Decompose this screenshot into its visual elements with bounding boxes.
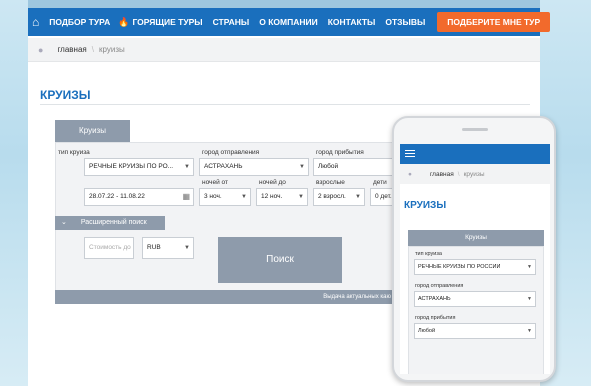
search-button[interactable]: Поиск <box>218 237 342 283</box>
nav-item-countries[interactable]: СТРАНЫ <box>213 17 250 27</box>
max-price-input[interactable]: Стоимость до <box>84 237 134 259</box>
departure-city-select[interactable]: АСТРАХАНЬ ▼ <box>199 158 309 176</box>
chevron-down-icon: ⌄ <box>61 219 67 226</box>
nights-to-select[interactable]: 12 ноч. ▼ <box>256 188 308 206</box>
chevron-down-icon: ▼ <box>184 245 190 251</box>
mobile-breadcrumb: ● главная \ круизы <box>400 164 550 184</box>
children-value: 0 дет. <box>375 193 392 200</box>
cruise-type-value: РЕЧНЫЕ КРУИЗЫ ПО РО... <box>89 163 174 170</box>
chevron-down-icon: ▼ <box>527 264 532 270</box>
location-pin-icon: ● <box>38 44 44 55</box>
cruise-type-select[interactable]: РЕЧНЫЕ КРУИЗЫ ПО РО... ▼ <box>84 158 194 176</box>
home-icon[interactable]: ⌂ <box>32 15 39 29</box>
nights-to-label: ночей до <box>259 179 286 186</box>
advanced-search-label: Расширенный поиск <box>80 219 147 226</box>
mobile-departure-city-label: город отправления <box>415 283 464 289</box>
breadcrumb-separator: \ <box>457 170 460 178</box>
nights-to-value: 12 ноч. <box>261 193 283 200</box>
mobile-cruise-type-select[interactable]: РЕЧНЫЕ КРУИЗЫ ПО РОССИИ ▼ <box>414 259 536 275</box>
nav-item-contacts[interactable]: КОНТАКТЫ <box>328 17 376 27</box>
chevron-down-icon: ▼ <box>241 194 247 200</box>
children-label: дети <box>373 179 387 186</box>
mobile-cruise-type-value: РЕЧНЫЕ КРУИЗЫ ПО РОССИИ <box>418 264 501 270</box>
breadcrumb-home-link[interactable]: главная <box>57 45 86 54</box>
mobile-arrival-city-value: Любой <box>418 328 436 334</box>
nights-from-value: 3 ноч. <box>204 193 222 200</box>
arrival-city-label: город прибытия <box>316 149 364 156</box>
mobile-breadcrumb-current: круизы <box>463 170 485 178</box>
chevron-down-icon: ▼ <box>527 328 532 334</box>
nights-from-select[interactable]: 3 ноч. ▼ <box>199 188 251 206</box>
top-navigation: ⌂ ПОДБОР ТУРА 🔥 ГОРЯЩИЕ ТУРЫ СТРАНЫ О КО… <box>28 8 551 36</box>
adults-value: 2 взросл. <box>318 193 346 200</box>
breadcrumb: ● главная \ круизы <box>28 38 540 62</box>
chevron-down-icon: ▼ <box>299 164 305 170</box>
mobile-arrival-city-label: город прибытия <box>415 315 456 321</box>
nav-item-reviews[interactable]: ОТЗЫВЫ <box>385 17 425 27</box>
pick-tour-button[interactable]: ПОДБЕРИТЕ МНЕ ТУР <box>437 12 551 32</box>
nav-item-hot-tours[interactable]: ГОРЯЩИЕ ТУРЫ <box>132 17 202 27</box>
fire-icon: 🔥 <box>118 16 130 27</box>
adults-select[interactable]: 2 взросл. ▼ <box>313 188 365 206</box>
chevron-down-icon: ▼ <box>527 296 532 302</box>
nav-item-tour-selection[interactable]: ПОДБОР ТУРА <box>49 17 110 27</box>
currency-select[interactable]: RUB ▼ <box>142 237 194 259</box>
mobile-screen: ● главная \ круизы КРУИЗЫ Круизы тип кру… <box>400 144 550 374</box>
breadcrumb-separator: \ <box>91 45 94 54</box>
mobile-departure-city-value: АСТРАХАНЬ <box>418 296 451 302</box>
mobile-top-navigation <box>400 144 550 164</box>
advanced-search-toggle[interactable]: ⌄ Расширенный поиск <box>55 216 165 230</box>
mobile-breadcrumb-home-link[interactable]: главная <box>430 171 454 178</box>
arrival-city-select[interactable]: Любой <box>313 158 395 176</box>
mobile-cruise-type-label: тип круиза <box>415 251 442 257</box>
header-banner-strip <box>28 0 540 8</box>
chevron-down-icon: ▼ <box>355 194 361 200</box>
date-range-value: 28.07.22 - 11.08.22 <box>89 193 145 200</box>
mobile-arrival-city-select[interactable]: Любой ▼ <box>414 323 536 339</box>
calendar-icon[interactable]: ▦ <box>182 189 190 205</box>
date-range-field[interactable]: 28.07.22 - 11.08.22 ▦ <box>84 188 194 206</box>
departure-city-value: АСТРАХАНЬ <box>204 163 243 170</box>
currency-value: RUB <box>147 244 161 251</box>
mobile-phone-mockup: ● главная \ круизы КРУИЗЫ Круизы тип кру… <box>392 116 556 382</box>
mobile-search-panel: тип круиза РЕЧНЫЕ КРУИЗЫ ПО РОССИИ ▼ гор… <box>408 246 544 374</box>
location-pin-icon: ● <box>408 170 412 178</box>
results-footer-bar: Выдача актуальных каю <box>55 290 395 304</box>
title-divider <box>40 104 530 105</box>
tab-cruises[interactable]: Круизы <box>55 120 130 142</box>
mobile-departure-city-select[interactable]: АСТРАХАНЬ ▼ <box>414 291 536 307</box>
nights-from-label: ночей от <box>202 179 228 186</box>
mobile-page-title: КРУИЗЫ <box>404 200 447 211</box>
adults-label: взрослые <box>316 179 345 186</box>
chevron-down-icon: ▼ <box>298 194 304 200</box>
cruise-type-label: тип круиза <box>58 149 90 156</box>
page-title: КРУИЗЫ <box>40 88 91 102</box>
nav-item-about[interactable]: О КОМПАНИИ <box>259 17 317 27</box>
mobile-tab-cruises[interactable]: Круизы <box>408 230 544 246</box>
menu-icon[interactable] <box>405 150 415 157</box>
phone-speaker <box>462 128 488 131</box>
chevron-down-icon: ▼ <box>184 164 190 170</box>
arrival-city-value: Любой <box>318 163 339 170</box>
departure-city-label: город отправления <box>202 149 260 156</box>
breadcrumb-current: круизы <box>98 45 125 54</box>
